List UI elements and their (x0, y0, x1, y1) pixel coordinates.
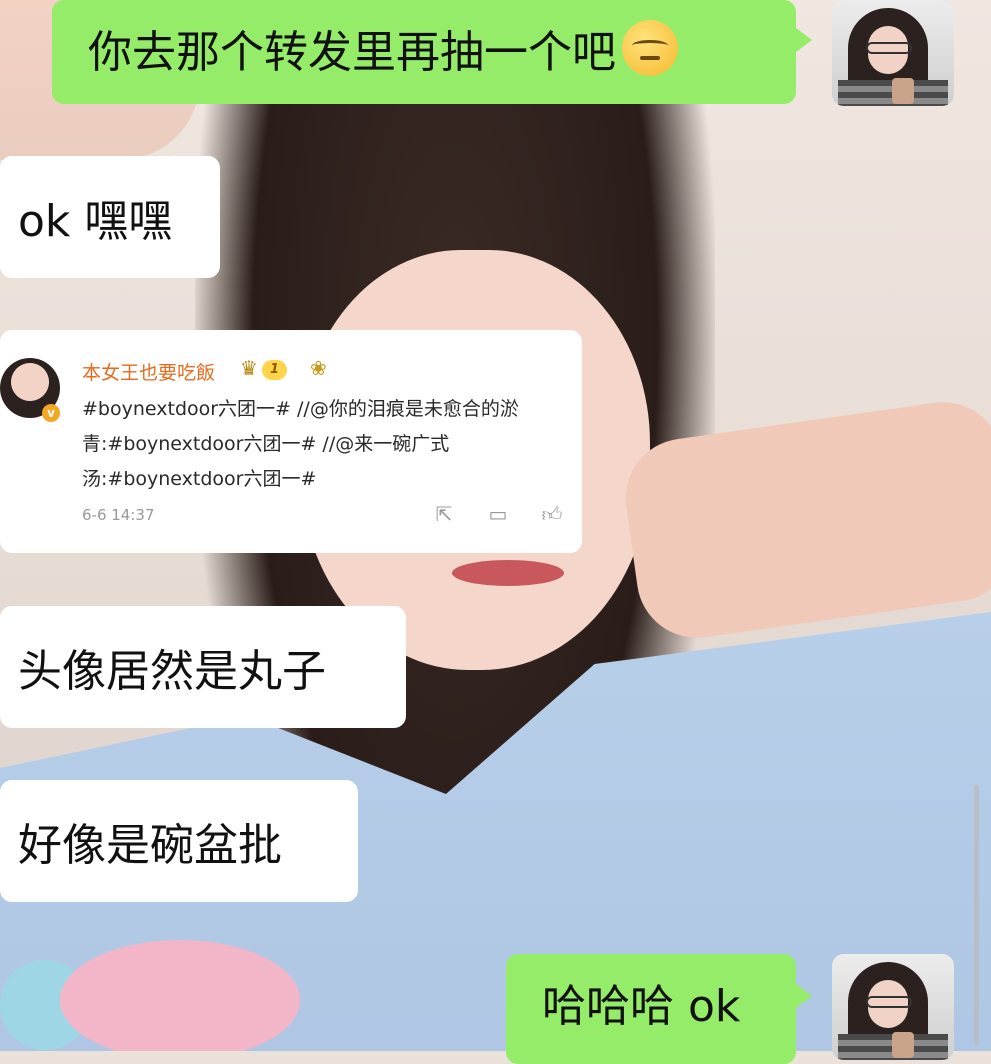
chat-bubble-sent[interactable]: 哈哈哈 ok (506, 954, 796, 1064)
message-text: 你去那个转发里再抽一个吧 (88, 27, 616, 78)
message-text: 头像居然是丸子 (18, 646, 326, 697)
chat-bubble-received[interactable]: 头像居然是丸子 (0, 606, 406, 728)
crown-icon: ♛ (240, 356, 258, 380)
flower-icon: ❀ (310, 356, 327, 380)
scrollbar[interactable] (974, 785, 979, 1045)
message-text: 哈哈哈 ok (542, 981, 741, 1032)
chat-bubble-received[interactable]: 好像是碗盆批 (0, 780, 358, 902)
verified-badge: v (42, 404, 60, 422)
poster-username[interactable]: 本女王也要吃飯 (82, 358, 215, 385)
user-avatar[interactable] (832, 0, 954, 106)
chat-bubble-sent[interactable]: 你去那个转发里再抽一个吧 (52, 0, 796, 104)
bubble-tail (796, 984, 812, 1008)
message-text: 好像是碗盆批 (18, 820, 282, 871)
comment-icon[interactable]: ▭ (486, 502, 510, 526)
bubble-tail (796, 28, 812, 52)
like-icon[interactable]: 👍︎ (540, 502, 564, 526)
weibo-post-card[interactable]: v 本女王也要吃飯 ♛ 1 ❀ #boynextdoor六团一# //@你的泪痕… (0, 330, 582, 553)
post-time: 6-6 14:37 (82, 506, 155, 524)
share-icon[interactable]: ⇱ (432, 502, 456, 526)
message-text: ok 嘿嘿 (18, 196, 173, 247)
level-badge: 1 (262, 360, 288, 380)
post-body: #boynextdoor六团一# //@你的泪痕是未愈合的淤青:#boynext… (82, 398, 519, 490)
user-avatar[interactable] (832, 954, 954, 1060)
smirking-face-emoji (622, 20, 678, 76)
chat-bubble-received[interactable]: ok 嘿嘿 (0, 156, 220, 278)
